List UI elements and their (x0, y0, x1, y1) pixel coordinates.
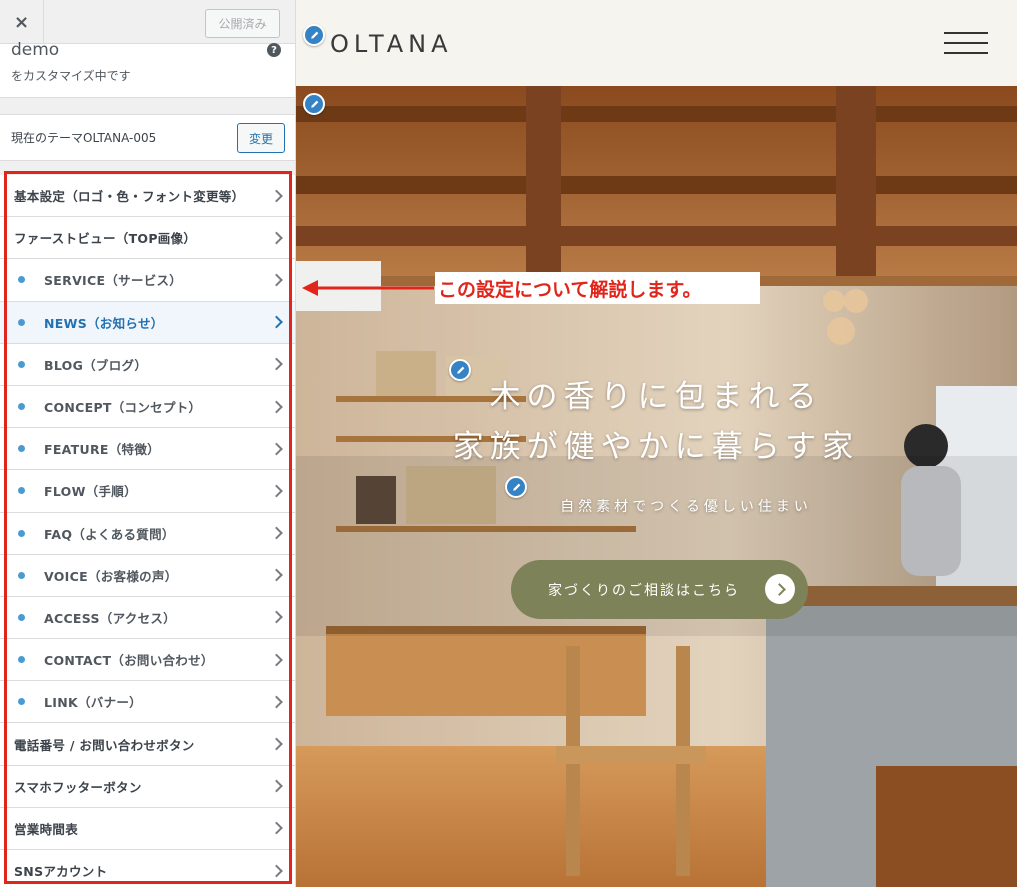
hero-subtitle: 自然素材でつくる優しい住まい (560, 499, 812, 515)
edit-pencil-icon[interactable] (303, 93, 325, 115)
chevron-right-icon (270, 273, 283, 287)
site-header: OLTANA (296, 0, 1017, 86)
menu-item-label: ファーストビュー（TOP画像） (14, 231, 197, 247)
edit-pencil-icon[interactable] (303, 24, 325, 46)
chevron-right-icon (270, 400, 283, 413)
menu-item-concept[interactable]: CONCEPT（コンセプト） (0, 385, 295, 429)
menu-item-voice[interactable]: VOICE（お客様の声） (0, 554, 295, 597)
bullet-icon (18, 318, 25, 326)
bullet-icon (18, 613, 25, 621)
chevron-right-icon (270, 231, 283, 245)
bullet-icon (18, 360, 25, 368)
kitchen-photo (296, 86, 1017, 887)
arrow-right-icon (765, 574, 795, 604)
menu-item-label: VOICE（お客様の声） (44, 568, 178, 584)
bullet-icon (18, 403, 25, 411)
menu-item-access[interactable]: ACCESS（アクセス） (0, 596, 295, 640)
menu-item-flow[interactable]: FLOW（手順） (0, 470, 295, 513)
menu-item-feature[interactable]: FEATURE（特徴） (0, 428, 295, 471)
chevron-right-icon (270, 822, 283, 835)
menu-item-label: ACCESS（アクセス） (44, 610, 176, 626)
publish-button[interactable]: 公開済み (205, 9, 280, 38)
chevron-right-icon (270, 779, 283, 793)
chevron-right-icon (270, 864, 283, 877)
chevron-right-icon (270, 695, 283, 709)
site-name: demo (11, 40, 60, 60)
customizer-panel: × 公開済み demo をカスタマイズ中です ? 現在のテーマOLTANA-00… (0, 0, 296, 887)
help-icon[interactable]: ? (267, 43, 281, 57)
chevron-right-icon (270, 568, 283, 582)
menu-item-news[interactable]: NEWS（お知らせ） (0, 301, 295, 344)
close-icon[interactable]: × (0, 0, 44, 44)
chevron-right-icon (270, 526, 283, 540)
menu-item-service[interactable]: SERVICE（サービス） (0, 259, 295, 302)
change-theme-button[interactable]: 変更 (237, 123, 285, 153)
theme-section: 現在のテーマOLTANA-005 変更 (0, 114, 295, 161)
chevron-right-icon (270, 189, 283, 202)
customizer-menu: 基本設定（ロゴ・色・フォント変更等） ファーストビュー（TOP画像） SERVI… (0, 175, 295, 887)
annotation-label: この設定について解説します。 (435, 272, 760, 304)
chevron-right-icon (270, 442, 283, 456)
menu-item-sns[interactable]: SNSアカウント (0, 850, 295, 887)
menu-item-label: 電話番号 / お問い合わせボタン (14, 737, 195, 753)
chevron-right-icon (270, 357, 283, 371)
hero-image: 木の香りに包まれる 家族が健やかに暮らす家 自然素材でつくる優しい住まい 家づく… (296, 86, 1017, 887)
chevron-right-icon (270, 315, 283, 329)
menu-item-contact[interactable]: CONTACT（お問い合わせ） (0, 639, 295, 682)
bullet-icon (18, 571, 25, 579)
site-preview: OLTANA 木の香りに包まれる 家族が健やかに暮らす家 自然素材でつくる優しい… (296, 0, 1017, 887)
menu-item-label: CONCEPT（コンセプト） (44, 400, 202, 416)
menu-item-label: スマホフッターボタン (14, 779, 142, 795)
theme-label: 現在のテーマOLTANA-005 (11, 131, 157, 145)
hamburger-menu-icon[interactable] (944, 32, 988, 54)
consult-button[interactable]: 家づくりのご相談はこちら (511, 560, 808, 619)
site-info: demo をカスタマイズ中です ? (0, 40, 295, 98)
menu-item-blog[interactable]: BLOG（ブログ） (0, 343, 295, 386)
menu-item-label: 営業時間表 (14, 821, 79, 837)
hero-title: 木の香りに包まれる 家族が健やかに暮らす家 (436, 372, 876, 472)
chevron-right-icon (270, 611, 283, 624)
hero-title-line2: 家族が健やかに暮らす家 (452, 429, 860, 465)
consult-button-label: 家づくりのご相談はこちら (548, 582, 740, 599)
menu-item-business-hours[interactable]: 営業時間表 (0, 807, 295, 850)
chevron-right-icon (270, 653, 283, 667)
customizer-topbar: × 公開済み (0, 0, 295, 44)
menu-item-mobile-footer[interactable]: スマホフッターボタン (0, 765, 295, 808)
menu-item-label: SERVICE（サービス） (44, 273, 183, 289)
menu-item-label: 基本設定（ロゴ・色・フォント変更等） (14, 189, 245, 205)
menu-item-link[interactable]: LINK（バナー） (0, 681, 295, 724)
hero-title-line1: 木の香りに包まれる (489, 379, 823, 415)
annotation-arrow-icon (302, 280, 434, 296)
menu-item-first-view[interactable]: ファーストビュー（TOP画像） (0, 217, 295, 260)
menu-item-faq[interactable]: FAQ（よくある質問） (0, 512, 295, 555)
menu-item-phone-contact[interactable]: 電話番号 / お問い合わせボタン (0, 723, 295, 766)
chevron-right-icon (270, 484, 283, 498)
menu-item-basic-settings[interactable]: 基本設定（ロゴ・色・フォント変更等） (0, 175, 295, 218)
edit-pencil-icon[interactable] (449, 359, 471, 381)
bullet-icon (18, 529, 25, 537)
chevron-right-icon (270, 737, 283, 751)
menu-item-label: FAQ（よくある質問） (44, 526, 175, 542)
customizing-text: をカスタマイズ中です (11, 69, 131, 83)
menu-item-label: CONTACT（お問い合わせ） (44, 653, 214, 669)
site-logo[interactable]: OLTANA (330, 30, 453, 58)
menu-item-label: SNSアカウント (14, 864, 108, 880)
edit-pencil-icon[interactable] (505, 476, 527, 498)
